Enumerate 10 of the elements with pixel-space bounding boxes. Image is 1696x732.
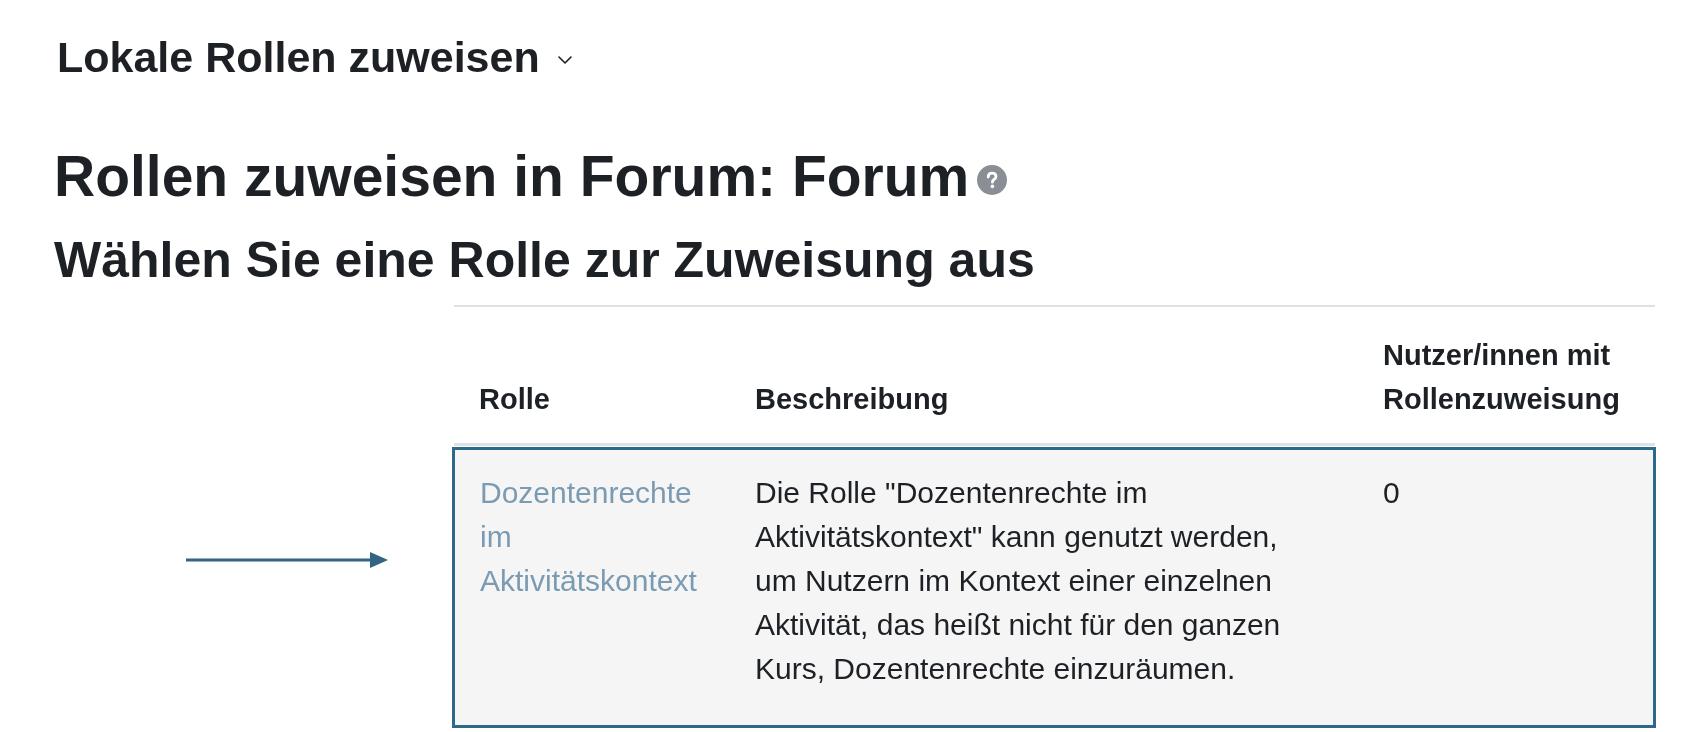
- section-heading: Wählen Sie eine Rolle zur Zuweisung aus: [54, 231, 1035, 290]
- page-select-dropdown[interactable]: Lokale Rollen zuweisen: [57, 32, 572, 82]
- table-cell-text: Die Rolle "Dozentenrechte im Aktivitätskontext" kann genutzt werden, um Nutzern im Kontext einer einzelnen Aktivität, das heißt nicht für den ganzen Kurs, Dozentenrechte einzuräumen.: [754, 475, 1282, 687]
- table-cell-text: 0: [1382, 475, 1401, 511]
- column-header: Rolle: [478, 382, 551, 417]
- page-title: Rollen zuweisen in Forum: Forum: [54, 143, 970, 209]
- help-icon[interactable]: [977, 165, 1008, 195]
- chevron-down-icon: [557, 56, 572, 64]
- column-header: Beschreibung: [754, 382, 950, 417]
- column-header: Nutzer/innen mit Rollenzuweisung: [1382, 338, 1621, 417]
